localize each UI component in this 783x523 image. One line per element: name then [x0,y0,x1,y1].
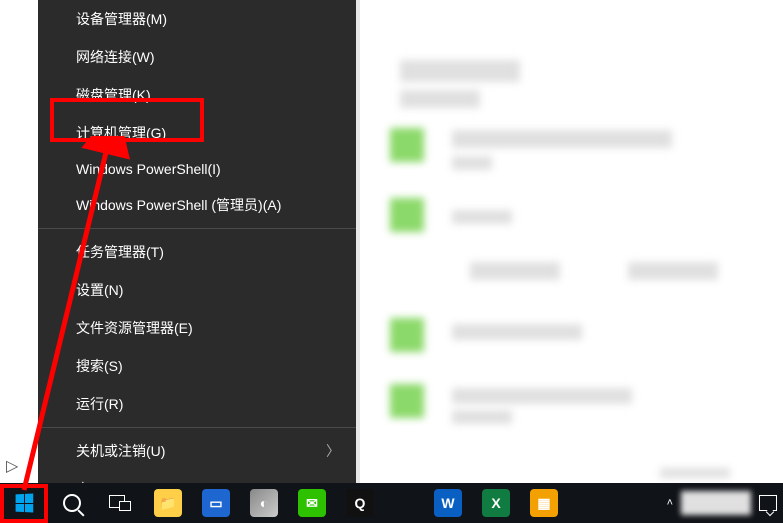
globe-icon: ◐ [250,489,278,517]
menu-item-file-explorer[interactable]: 文件资源管理器(E) [38,309,356,347]
search-icon [63,494,81,512]
menu-item-label: 设置(N) [76,280,123,300]
taskbar-app-browser[interactable]: ◐ [240,483,288,523]
taskbar-app-notes[interactable]: ▦ [520,483,568,523]
left-margin [0,0,38,484]
menu-item-powershell-admin[interactable]: Windows PowerShell (管理员)(A) [38,186,356,224]
system-tray[interactable]: ˄ [661,483,783,523]
menu-item-label: 关机或注销(U) [76,441,165,461]
menu-item-label: 任务管理器(T) [76,242,164,262]
taskbar: 📁 ▭ ◐ ✉ Q W X ▦ ˄ [0,483,783,523]
menu-item-label: 网络连接(W) [76,47,155,67]
menu-item-label: 文件资源管理器(E) [76,318,193,338]
tray-chevron-up-icon[interactable]: ˄ [667,497,673,509]
menu-item-network-connections[interactable]: 网络连接(W) [38,38,356,76]
windows-logo-icon [16,494,34,513]
taskbar-app-file-explorer[interactable]: 📁 [144,483,192,523]
taskbar-app-wechat[interactable]: ✉ [288,483,336,523]
taskbar-app-wps[interactable]: W [424,483,472,523]
menu-item-label: 运行(R) [76,394,123,414]
taskbar-app-qq[interactable]: Q [336,483,384,523]
menu-item-label: 搜索(S) [76,356,123,376]
menu-item-device-manager[interactable]: 设备管理器(M) [38,0,356,38]
taskbar-app-excel[interactable]: X [472,483,520,523]
menu-item-settings[interactable]: 设置(N) [38,271,356,309]
app-icon: ▭ [202,489,230,517]
play-indicator-icon: ▷ [6,456,18,476]
start-button[interactable] [0,483,48,523]
folder-icon: 📁 [154,489,182,517]
menu-item-task-manager[interactable]: 任务管理器(T) [38,233,356,271]
wps-icon: W [434,489,462,517]
taskbar-app-blue[interactable]: ▭ [192,483,240,523]
menu-item-disk-management[interactable]: 磁盘管理(K) [38,76,356,114]
menu-item-run[interactable]: 运行(R) [38,385,356,423]
menu-separator [38,427,356,428]
menu-item-computer-management[interactable]: 计算机管理(G) [38,114,356,152]
menu-item-search[interactable]: 搜索(S) [38,347,356,385]
excel-icon: X [482,489,510,517]
task-view-button[interactable] [96,483,144,523]
wechat-icon: ✉ [298,489,326,517]
task-view-icon [109,495,131,511]
menu-item-label: 设备管理器(M) [76,9,167,29]
menu-item-label: Windows PowerShell(I) [76,161,221,177]
menu-item-powershell[interactable]: Windows PowerShell(I) [38,152,356,186]
menu-separator [38,228,356,229]
notes-icon: ▦ [530,489,558,517]
menu-item-label: 磁盘管理(K) [76,85,151,105]
qq-icon: Q [346,489,374,517]
search-button[interactable] [48,483,96,523]
background-content [360,0,783,483]
menu-item-label: 计算机管理(G) [76,123,166,143]
winx-context-menu: 设备管理器(M) 网络连接(W) 磁盘管理(K) 计算机管理(G) Window… [38,0,356,484]
chevron-right-icon: 〉 [326,441,340,461]
notification-center-icon[interactable] [759,495,777,511]
menu-item-label: Windows PowerShell (管理员)(A) [76,195,281,215]
menu-item-shutdown-signout[interactable]: 关机或注销(U) 〉 [38,432,356,470]
